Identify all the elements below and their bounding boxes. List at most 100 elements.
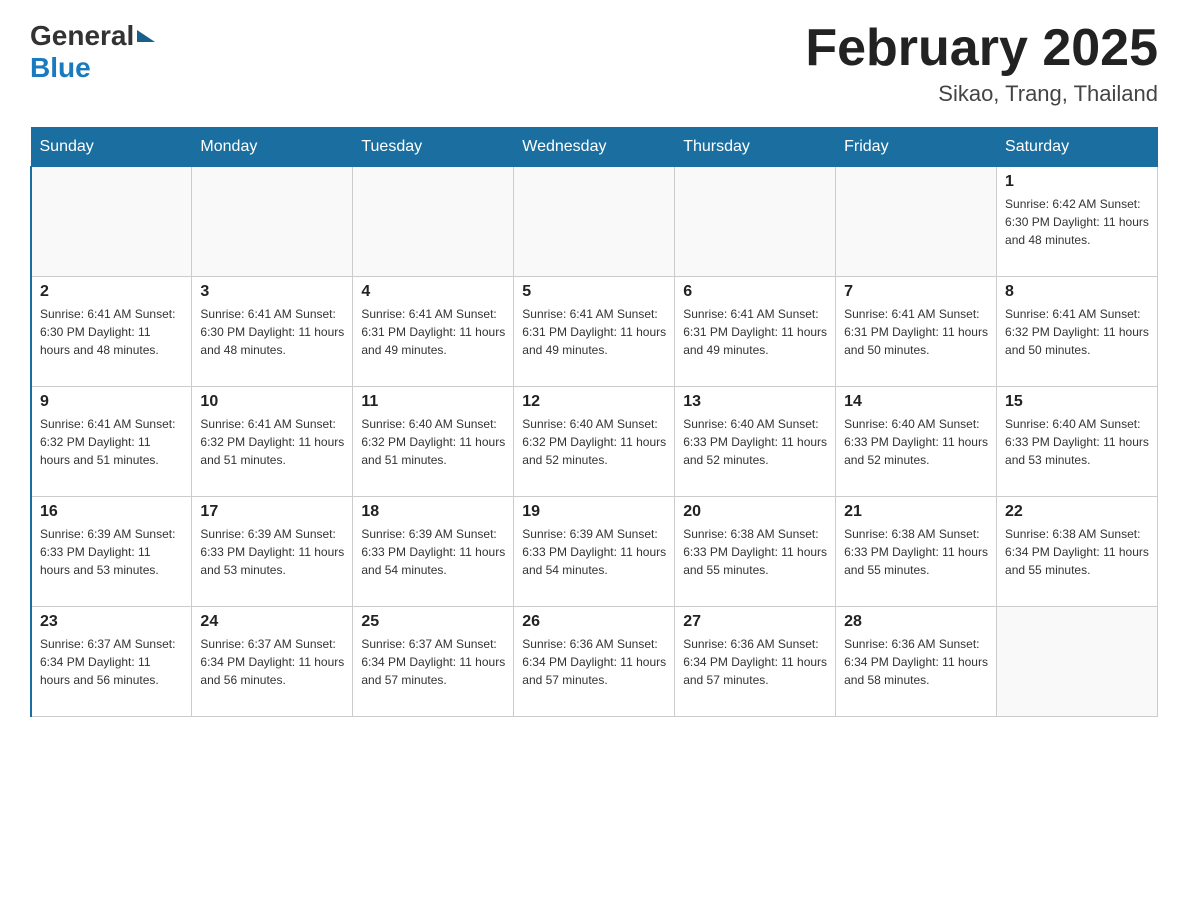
title-block: February 2025 Sikao, Trang, Thailand bbox=[805, 20, 1158, 107]
calendar-cell bbox=[31, 167, 192, 277]
day-number: 7 bbox=[844, 283, 988, 301]
day-number: 18 bbox=[361, 503, 505, 521]
day-number: 4 bbox=[361, 283, 505, 301]
calendar-cell: 27 Sunrise: 6:36 AM Sunset: 6:34 PM Dayli… bbox=[675, 607, 836, 717]
calendar-cell: 7Sunrise: 6:41 AM Sunset: 6:31 PM Daylig… bbox=[836, 277, 997, 387]
calendar-cell: 25 Sunrise: 6:37 AM Sunset: 6:34 PM Dayli… bbox=[353, 607, 514, 717]
calendar-cell bbox=[353, 167, 514, 277]
day-number: 5 bbox=[522, 283, 666, 301]
calendar-cell: 9 Sunrise: 6:41 AM Sunset: 6:32 PM Daylig… bbox=[31, 387, 192, 497]
calendar-week-1: 2 Sunrise: 6:41 AM Sunset: 6:30 PM Daylig… bbox=[31, 277, 1158, 387]
day-number: 8 bbox=[1005, 283, 1149, 301]
day-number: 15 bbox=[1005, 393, 1149, 411]
day-info: Sunrise: 6:37 AM Sunset: 6:34 PM Dayligh… bbox=[40, 635, 183, 689]
day-number: 13 bbox=[683, 393, 827, 411]
day-info: Sunrise: 6:41 AM Sunset: 6:32 PM Dayligh… bbox=[1005, 305, 1149, 359]
logo-blue-line: Blue bbox=[30, 52, 155, 84]
calendar-week-4: 23Sunrise: 6:37 AM Sunset: 6:34 PM Dayli… bbox=[31, 607, 1158, 717]
logo-wrapper: General Blue bbox=[30, 20, 155, 84]
calendar-cell: 1 Sunrise: 6:42 AM Sunset: 6:30 PM Daylig… bbox=[997, 167, 1158, 277]
day-info: Sunrise: 6:41 AM Sunset: 6:31 PM Dayligh… bbox=[522, 305, 666, 359]
calendar-cell: 14Sunrise: 6:40 AM Sunset: 6:33 PM Dayli… bbox=[836, 387, 997, 497]
calendar-header-row: SundayMondayTuesdayWednesdayThursdayFrid… bbox=[31, 128, 1158, 167]
calendar-cell: 3 Sunrise: 6:41 AM Sunset: 6:30 PM Daylig… bbox=[192, 277, 353, 387]
day-number: 1 bbox=[1005, 173, 1149, 191]
day-number: 24 bbox=[200, 613, 344, 631]
calendar-cell: 2Sunrise: 6:41 AM Sunset: 6:30 PM Daylig… bbox=[31, 277, 192, 387]
calendar-cell: 26Sunrise: 6:36 AM Sunset: 6:34 PM Dayli… bbox=[514, 607, 675, 717]
calendar-cell: 13 Sunrise: 6:40 AM Sunset: 6:33 PM Dayli… bbox=[675, 387, 836, 497]
calendar-table: SundayMondayTuesdayWednesdayThursdayFrid… bbox=[30, 127, 1158, 717]
calendar-cell: 23Sunrise: 6:37 AM Sunset: 6:34 PM Dayli… bbox=[31, 607, 192, 717]
calendar-cell: 8 Sunrise: 6:41 AM Sunset: 6:32 PM Daylig… bbox=[997, 277, 1158, 387]
calendar-cell: 18 Sunrise: 6:39 AM Sunset: 6:33 PM Dayli… bbox=[353, 497, 514, 607]
header-tuesday: Tuesday bbox=[353, 128, 514, 167]
day-info: Sunrise: 6:41 AM Sunset: 6:32 PM Dayligh… bbox=[200, 415, 344, 469]
day-info: Sunrise: 6:40 AM Sunset: 6:33 PM Dayligh… bbox=[683, 415, 827, 469]
day-info: Sunrise: 6:36 AM Sunset: 6:34 PM Dayligh… bbox=[683, 635, 827, 689]
day-number: 2 bbox=[40, 283, 183, 301]
calendar-cell: 10 Sunrise: 6:41 AM Sunset: 6:32 PM Dayli… bbox=[192, 387, 353, 497]
day-number: 25 bbox=[361, 613, 505, 631]
day-number: 22 bbox=[1005, 503, 1149, 521]
day-info: Sunrise: 6:36 AM Sunset: 6:34 PM Dayligh… bbox=[522, 635, 666, 689]
calendar-cell: 21 Sunrise: 6:38 AM Sunset: 6:33 PM Dayli… bbox=[836, 497, 997, 607]
day-info: Sunrise: 6:37 AM Sunset: 6:34 PM Dayligh… bbox=[200, 635, 344, 689]
day-number: 19 bbox=[522, 503, 666, 521]
day-info: Sunrise: 6:40 AM Sunset: 6:33 PM Dayligh… bbox=[844, 415, 988, 469]
header-monday: Monday bbox=[192, 128, 353, 167]
calendar-cell: 6 Sunrise: 6:41 AM Sunset: 6:31 PM Daylig… bbox=[675, 277, 836, 387]
calendar-cell: 16Sunrise: 6:39 AM Sunset: 6:33 PM Dayli… bbox=[31, 497, 192, 607]
day-number: 3 bbox=[200, 283, 344, 301]
calendar-cell: 15Sunrise: 6:40 AM Sunset: 6:33 PM Dayli… bbox=[997, 387, 1158, 497]
calendar-cell bbox=[192, 167, 353, 277]
calendar-cell: 24 Sunrise: 6:37 AM Sunset: 6:34 PM Dayli… bbox=[192, 607, 353, 717]
calendar-cell: 17 Sunrise: 6:39 AM Sunset: 6:33 PM Dayli… bbox=[192, 497, 353, 607]
day-info: Sunrise: 6:39 AM Sunset: 6:33 PM Dayligh… bbox=[200, 525, 344, 579]
day-number: 27 bbox=[683, 613, 827, 631]
header-sunday: Sunday bbox=[31, 128, 192, 167]
header-saturday: Saturday bbox=[997, 128, 1158, 167]
location-title: Sikao, Trang, Thailand bbox=[805, 81, 1158, 107]
day-number: 9 bbox=[40, 393, 183, 411]
calendar-cell: 5 Sunrise: 6:41 AM Sunset: 6:31 PM Daylig… bbox=[514, 277, 675, 387]
day-info: Sunrise: 6:41 AM Sunset: 6:32 PM Dayligh… bbox=[40, 415, 183, 469]
day-info: Sunrise: 6:39 AM Sunset: 6:33 PM Dayligh… bbox=[40, 525, 183, 579]
day-info: Sunrise: 6:38 AM Sunset: 6:34 PM Dayligh… bbox=[1005, 525, 1149, 579]
day-info: Sunrise: 6:40 AM Sunset: 6:32 PM Dayligh… bbox=[361, 415, 505, 469]
month-title: February 2025 bbox=[805, 20, 1158, 77]
day-number: 12 bbox=[522, 393, 666, 411]
calendar-cell bbox=[675, 167, 836, 277]
day-number: 17 bbox=[200, 503, 344, 521]
calendar-cell: 12 Sunrise: 6:40 AM Sunset: 6:32 PM Dayli… bbox=[514, 387, 675, 497]
day-number: 11 bbox=[361, 393, 505, 411]
calendar-cell bbox=[997, 607, 1158, 717]
day-info: Sunrise: 6:38 AM Sunset: 6:33 PM Dayligh… bbox=[844, 525, 988, 579]
day-info: Sunrise: 6:39 AM Sunset: 6:33 PM Dayligh… bbox=[361, 525, 505, 579]
page-header: General Blue February 2025 Sikao, Trang,… bbox=[30, 20, 1158, 107]
calendar-cell: 28 Sunrise: 6:36 AM Sunset: 6:34 PM Dayli… bbox=[836, 607, 997, 717]
calendar-week-2: 9 Sunrise: 6:41 AM Sunset: 6:32 PM Daylig… bbox=[31, 387, 1158, 497]
day-number: 20 bbox=[683, 503, 827, 521]
day-number: 21 bbox=[844, 503, 988, 521]
header-friday: Friday bbox=[836, 128, 997, 167]
day-info: Sunrise: 6:41 AM Sunset: 6:31 PM Dayligh… bbox=[683, 305, 827, 359]
day-info: Sunrise: 6:38 AM Sunset: 6:33 PM Dayligh… bbox=[683, 525, 827, 579]
day-info: Sunrise: 6:36 AM Sunset: 6:34 PM Dayligh… bbox=[844, 635, 988, 689]
calendar-cell bbox=[514, 167, 675, 277]
logo: General Blue bbox=[30, 20, 155, 84]
day-number: 10 bbox=[200, 393, 344, 411]
day-info: Sunrise: 6:39 AM Sunset: 6:33 PM Dayligh… bbox=[522, 525, 666, 579]
day-info: Sunrise: 6:42 AM Sunset: 6:30 PM Dayligh… bbox=[1005, 195, 1149, 249]
day-number: 6 bbox=[683, 283, 827, 301]
day-number: 28 bbox=[844, 613, 988, 631]
logo-triangle-icon bbox=[137, 30, 155, 42]
calendar-cell: 19 Sunrise: 6:39 AM Sunset: 6:33 PM Dayli… bbox=[514, 497, 675, 607]
day-info: Sunrise: 6:40 AM Sunset: 6:32 PM Dayligh… bbox=[522, 415, 666, 469]
calendar-cell: 22 Sunrise: 6:38 AM Sunset: 6:34 PM Dayli… bbox=[997, 497, 1158, 607]
day-info: Sunrise: 6:37 AM Sunset: 6:34 PM Dayligh… bbox=[361, 635, 505, 689]
day-info: Sunrise: 6:41 AM Sunset: 6:31 PM Dayligh… bbox=[361, 305, 505, 359]
calendar-week-3: 16Sunrise: 6:39 AM Sunset: 6:33 PM Dayli… bbox=[31, 497, 1158, 607]
header-thursday: Thursday bbox=[675, 128, 836, 167]
day-info: Sunrise: 6:41 AM Sunset: 6:30 PM Dayligh… bbox=[200, 305, 344, 359]
